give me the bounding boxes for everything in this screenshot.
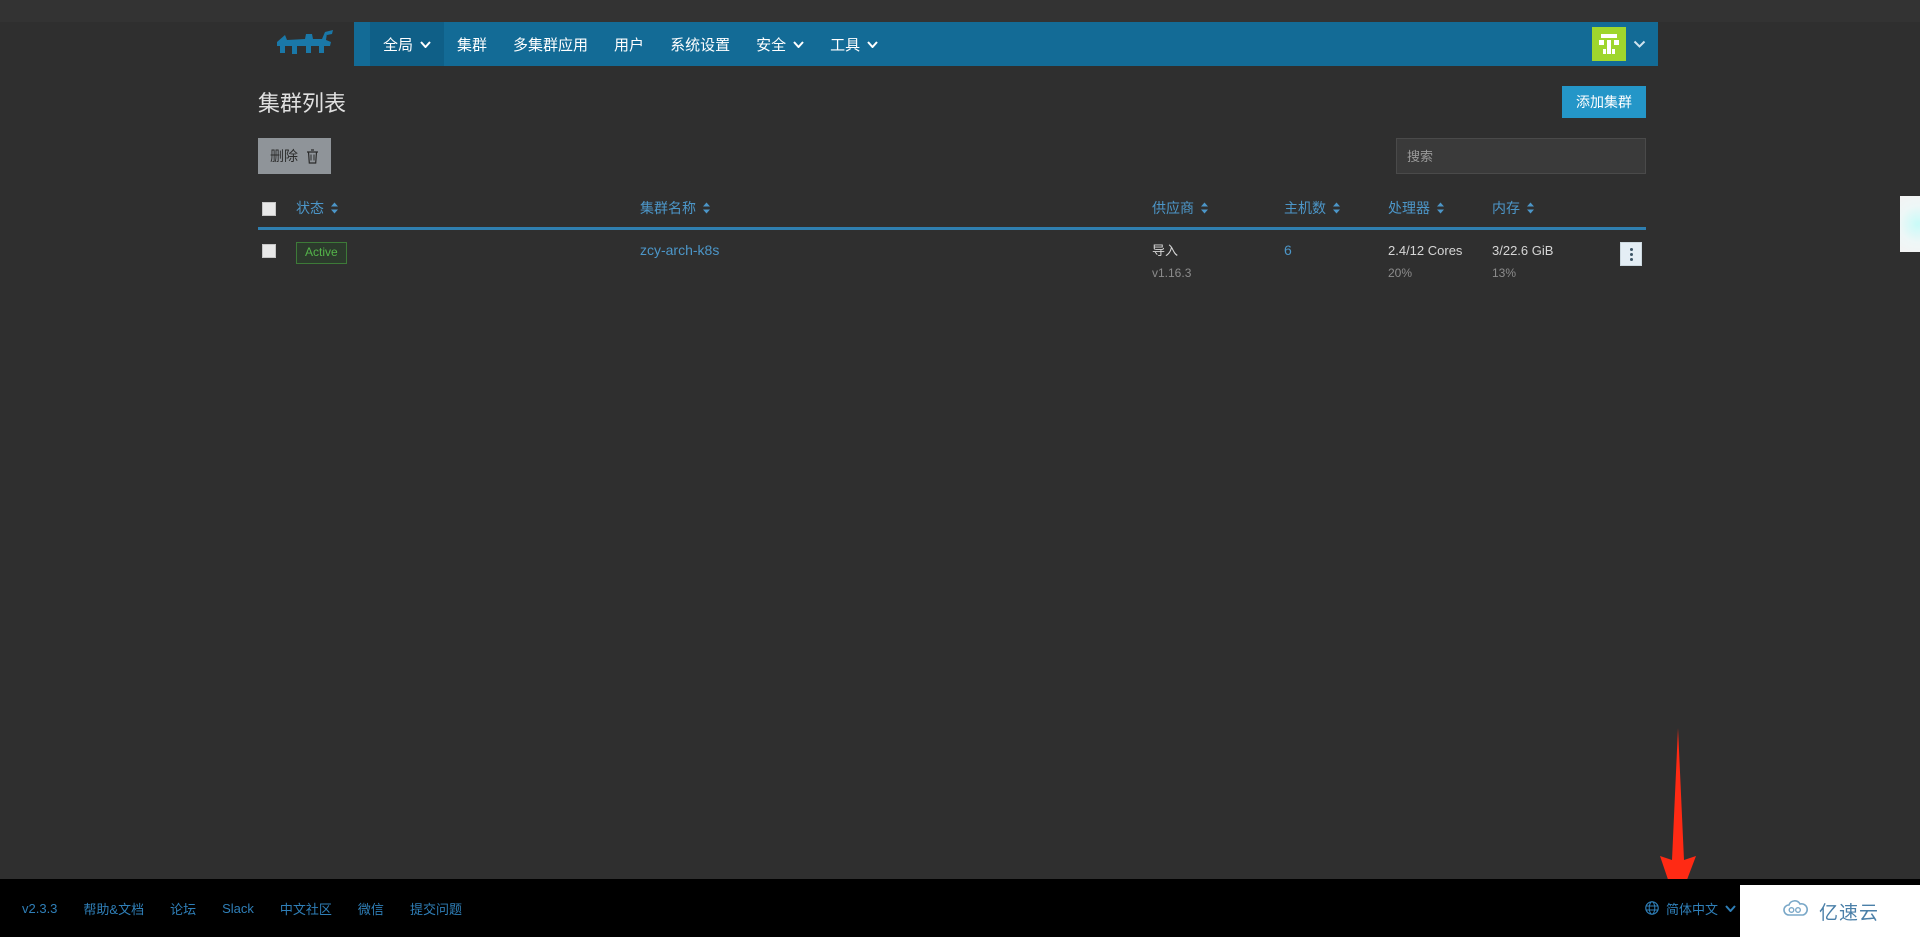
chevron-down-icon	[1633, 40, 1646, 48]
row-name-cell: zcy-arch-k8s	[636, 229, 1148, 292]
select-all-checkbox[interactable]	[262, 202, 276, 217]
sort-arrows-icon	[702, 202, 711, 214]
user-avatar-icon	[1592, 27, 1626, 61]
add-cluster-button[interactable]: 添加集群	[1562, 86, 1646, 118]
cpu-value: 2.4/12 Cores	[1388, 243, 1463, 258]
cluster-table-body: Active zcy-arch-k8s 导入 v1.16.3 6 2.4/12 …	[258, 229, 1646, 292]
column-actions	[1600, 192, 1646, 229]
main-navbar: 全局 集群 多集群应用 用户 系统设置 安全 工具	[258, 22, 1658, 66]
sort-arrows-icon	[1436, 202, 1445, 214]
row-memory-cell: 3/22.6 GiB 13%	[1488, 229, 1600, 292]
page-header: 集群列表 添加集群	[258, 66, 1658, 138]
sort-arrows-icon	[1200, 202, 1209, 214]
language-selector[interactable]: 简体中文	[1645, 899, 1736, 918]
nav-item-users[interactable]: 用户	[601, 22, 657, 66]
status-badge: Active	[296, 242, 347, 264]
page-title: 集群列表	[258, 91, 347, 116]
nav-item-clusters[interactable]: 集群	[444, 22, 500, 66]
cpu-percent: 20%	[1388, 265, 1413, 280]
hosts-count-link[interactable]: 6	[1284, 242, 1292, 258]
table-header-row: 状态 集群名称 供应商 主机数 处理器 内存	[258, 192, 1646, 229]
nav-item-multi-cluster-apps-label: 多集群应用	[513, 36, 589, 54]
delete-button[interactable]: 删除	[258, 138, 331, 174]
chevron-down-icon	[420, 40, 431, 48]
column-cpu-label: 处理器	[1388, 200, 1430, 216]
sort-arrows-icon	[330, 202, 339, 214]
memory-percent: 13%	[1492, 265, 1517, 280]
table-row[interactable]: Active zcy-arch-k8s 导入 v1.16.3 6 2.4/12 …	[258, 229, 1646, 292]
row-cpu-cell: 2.4/12 Cores 20%	[1384, 229, 1488, 292]
nav-item-settings[interactable]: 系统设置	[657, 22, 743, 66]
row-checkbox[interactable]	[262, 243, 276, 258]
footer-version[interactable]: v2.3.3	[22, 901, 57, 916]
chevron-down-icon	[1725, 904, 1736, 912]
globe-icon	[1645, 901, 1659, 915]
nav-item-security-label: 安全	[756, 36, 787, 54]
cluster-table-head: 状态 集群名称 供应商 主机数 处理器 内存	[258, 192, 1646, 229]
rancher-logo[interactable]	[258, 22, 354, 66]
column-state[interactable]: 状态	[292, 192, 636, 229]
chevron-down-icon	[793, 40, 804, 48]
cluster-table-wrap: 删除 搜索 状态 集群名称 供应商 主机数 处理器 内存 Active zcy-…	[258, 138, 1658, 292]
nav-item-clusters-label: 集群	[457, 36, 488, 54]
column-cluster-name[interactable]: 集群名称	[636, 192, 1148, 229]
language-label: 简体中文	[1666, 901, 1719, 917]
column-provider[interactable]: 供应商	[1148, 192, 1280, 229]
nav-item-settings-label: 系统设置	[670, 36, 731, 54]
table-toolbar: 删除	[258, 138, 1646, 184]
column-cluster-name-label: 集群名称	[639, 200, 696, 216]
search-input[interactable]	[1396, 138, 1646, 174]
row-actions-cell	[1600, 229, 1646, 292]
row-hosts-cell: 6	[1280, 229, 1384, 292]
footer-forums[interactable]: 论坛	[170, 899, 196, 918]
sort-arrows-icon	[1332, 202, 1341, 214]
footer-file-issue[interactable]: 提交问题	[410, 899, 462, 918]
rancher-cow-logo-icon	[277, 30, 333, 54]
nav-item-global[interactable]: 全局	[370, 22, 445, 66]
top-strip	[0, 0, 1920, 22]
site-watermark: 亿速云	[1740, 885, 1920, 937]
footer-docs[interactable]: 帮助&文档	[83, 899, 144, 918]
nav-item-users-label: 用户	[614, 36, 645, 54]
nav-item-tools-label: 工具	[830, 36, 861, 54]
nav-item-global-label: 全局	[383, 36, 414, 54]
column-cpu[interactable]: 处理器	[1384, 192, 1488, 229]
app-root: 全局 集群 多集群应用 用户 系统设置 安全 工具 集群列表 添加集群 删除 搜…	[0, 0, 1920, 937]
column-provider-label: 供应商	[1152, 200, 1194, 216]
right-edge-overlay	[1900, 196, 1920, 252]
footer-chinese-community[interactable]: 中文社区	[280, 899, 332, 918]
nav-item-tools[interactable]: 工具	[817, 22, 891, 66]
cluster-name-link[interactable]: zcy-arch-k8s	[640, 242, 719, 258]
cloud-logo-icon	[1781, 899, 1811, 924]
row-provider-cell: 导入 v1.16.3	[1148, 229, 1280, 292]
nav-items: 全局 集群 多集群应用 用户 系统设置 安全 工具	[354, 22, 891, 66]
column-memory-label: 内存	[1492, 200, 1520, 216]
footer: v2.3.3 帮助&文档 论坛 Slack 中文社区 微信 提交问题 简体中文	[0, 879, 1920, 937]
provider-value: 导入	[1152, 243, 1179, 258]
column-memory[interactable]: 内存	[1488, 192, 1600, 229]
kebab-menu-icon[interactable]	[1620, 242, 1642, 266]
trash-icon	[306, 148, 319, 164]
watermark-text: 亿速云	[1818, 902, 1879, 924]
column-state-label: 状态	[296, 200, 324, 216]
delete-button-label: 删除	[270, 148, 298, 164]
footer-left-links: v2.3.3 帮助&文档 论坛 Slack 中文社区 微信 提交问题	[22, 899, 462, 918]
column-hosts[interactable]: 主机数	[1280, 192, 1384, 229]
cluster-table: 状态 集群名称 供应商 主机数 处理器 内存 Active zcy-arch-k…	[258, 192, 1646, 292]
main-content: 集群列表 添加集群 删除 搜索 状态 集群名称 供应商 主机数 处理器 内存 A…	[258, 66, 1658, 292]
row-state-cell: Active	[292, 229, 636, 292]
memory-value: 3/22.6 GiB	[1492, 243, 1554, 258]
select-all-cell	[258, 192, 292, 229]
footer-wechat[interactable]: 微信	[358, 899, 384, 918]
user-menu[interactable]	[1592, 22, 1658, 66]
chevron-down-icon	[867, 40, 878, 48]
nav-item-security[interactable]: 安全	[743, 22, 817, 66]
footer-slack[interactable]: Slack	[222, 901, 254, 916]
provider-version: v1.16.3	[1152, 265, 1192, 280]
column-hosts-label: 主机数	[1284, 200, 1326, 216]
row-select-cell	[258, 229, 292, 292]
nav-item-multi-cluster-apps[interactable]: 多集群应用	[500, 22, 601, 66]
sort-arrows-icon	[1526, 202, 1535, 214]
